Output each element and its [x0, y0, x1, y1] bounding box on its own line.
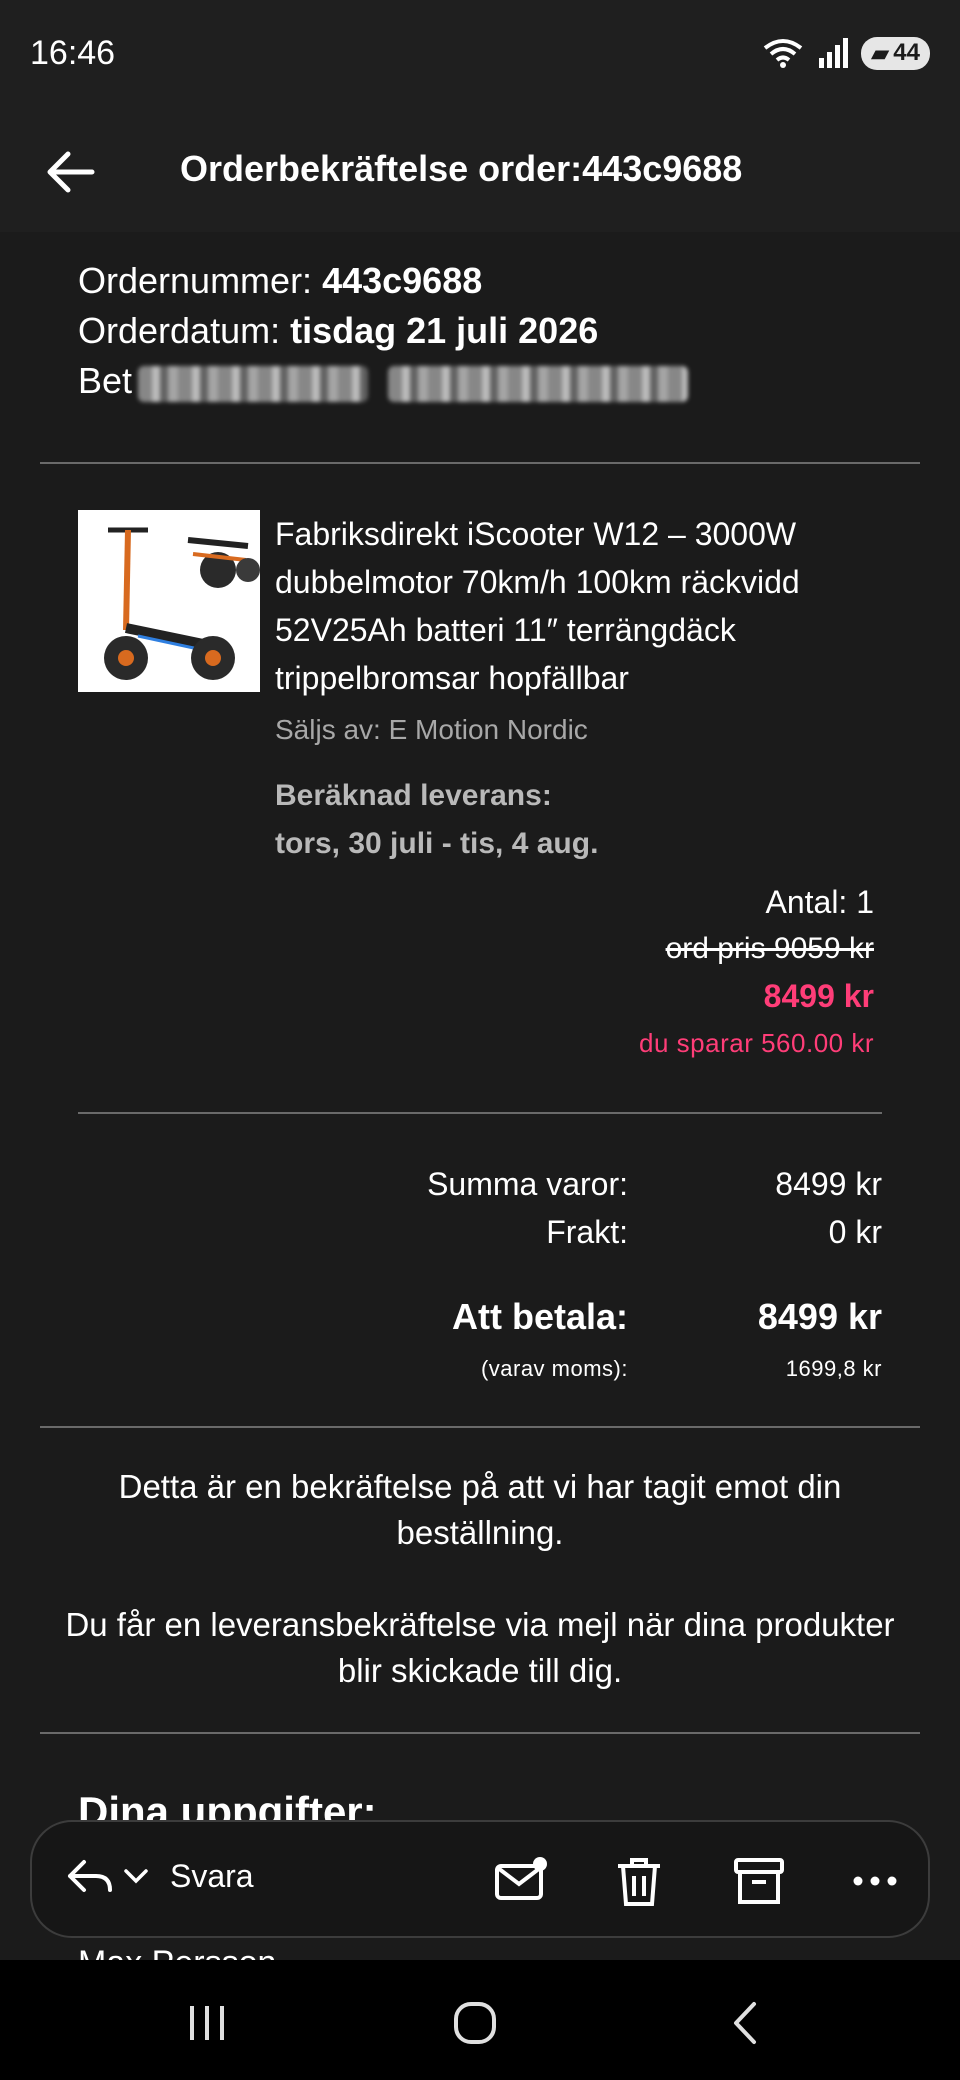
total-label: Att betala: — [451, 1296, 628, 1337]
email-content[interactable]: Ordernummer: 443c9688 Orderdatum: tisdag… — [0, 232, 960, 1960]
archive-icon[interactable] — [730, 1852, 788, 1910]
quantity: Antal: 1 — [765, 884, 874, 920]
customer-name-peek: Max Persson — [78, 1944, 276, 1960]
signal-icon — [818, 38, 848, 68]
back-arrow-icon[interactable] — [40, 140, 100, 200]
delivery-dates: tors, 30 juli - tis, 4 aug. — [275, 827, 599, 860]
product-image[interactable] — [78, 510, 260, 692]
mark-unread-icon[interactable] — [492, 1852, 550, 1910]
battery-level: 44 — [893, 39, 920, 66]
redacted-block — [138, 366, 368, 402]
battery-icon: ▰ — [870, 39, 890, 67]
reply-label: Svara — [170, 1857, 254, 1894]
items-sum-value: 8499 kr — [775, 1166, 882, 1202]
wifi-icon — [763, 39, 803, 68]
home-icon[interactable] — [450, 1998, 500, 2048]
order-date-label: Orderdatum: — [78, 310, 291, 351]
battery-indicator: ▰ 44 — [860, 36, 930, 70]
divider — [40, 1732, 920, 1734]
divider — [40, 1426, 920, 1428]
order-date-row: Orderdatum: tisdag 21 juli 2026 — [78, 306, 598, 356]
recent-apps-icon[interactable] — [182, 1998, 232, 2048]
redacted-block — [388, 366, 688, 402]
confirmation-text: Detta är en bekräftelse på att vi har ta… — [118, 1468, 842, 1551]
order-meta: Ordernummer: 443c9688 Orderdatum: tisdag… — [78, 256, 688, 406]
original-price: ord pris 9059 kr — [665, 932, 874, 965]
status-bar: 16:46 ▰ 44 — [0, 0, 960, 110]
vat-label: (varav moms): — [480, 1356, 628, 1381]
reply-button[interactable]: Svara — [66, 1856, 254, 1896]
divider — [78, 1112, 882, 1114]
shipping-notice-text: Du får en leveransbekräftelse via mejl n… — [65, 1606, 895, 1689]
more-options-icon[interactable] — [846, 1852, 904, 1910]
delivery-estimate: Beräknad leverans: tors, 30 juli - tis, … — [275, 772, 598, 868]
system-nav-bar — [0, 1960, 960, 2080]
shipping-label: Frakt: — [546, 1214, 628, 1250]
vat-value: 1699,8 kr — [785, 1356, 882, 1381]
order-number: 443c9688 — [322, 260, 483, 301]
savings-text: du sparar 560.00 kr — [639, 1028, 874, 1058]
payment-label-partial: Bet — [78, 360, 133, 401]
reply-icon — [68, 1860, 112, 1892]
items-sum-label: Summa varor: — [427, 1166, 628, 1202]
email-action-bar: Svara — [30, 1820, 930, 1938]
status-icons: ▰ 44 — [761, 36, 930, 70]
seller-label: Säljs av: E Motion Nordic — [275, 714, 588, 745]
order-number-label: Ordernummer: — [78, 260, 323, 301]
payment-row-redacted: Bet — [78, 356, 688, 406]
chevron-down-icon[interactable] — [122, 1866, 150, 1886]
shipping-value: 0 kr — [828, 1214, 882, 1250]
divider — [40, 462, 920, 464]
app-bar: Orderbekräftelse order:443c9688 — [0, 110, 960, 232]
trash-icon[interactable] — [610, 1852, 668, 1910]
order-number-row: Ordernummer: 443c9688 — [78, 256, 598, 306]
delivery-label: Beräknad leverans: — [275, 779, 552, 812]
status-time: 16:46 — [30, 34, 116, 72]
product-title[interactable]: Fabriksdirekt iScooter W12 – 3000W dubbe… — [275, 510, 895, 702]
sale-price: 8499 kr — [763, 978, 874, 1014]
page-title: Orderbekräftelse order:443c9688 — [180, 148, 743, 189]
total-value: 8499 kr — [757, 1296, 882, 1337]
order-date: tisdag 21 juli 2026 — [290, 310, 599, 351]
back-icon[interactable] — [722, 1998, 772, 2048]
